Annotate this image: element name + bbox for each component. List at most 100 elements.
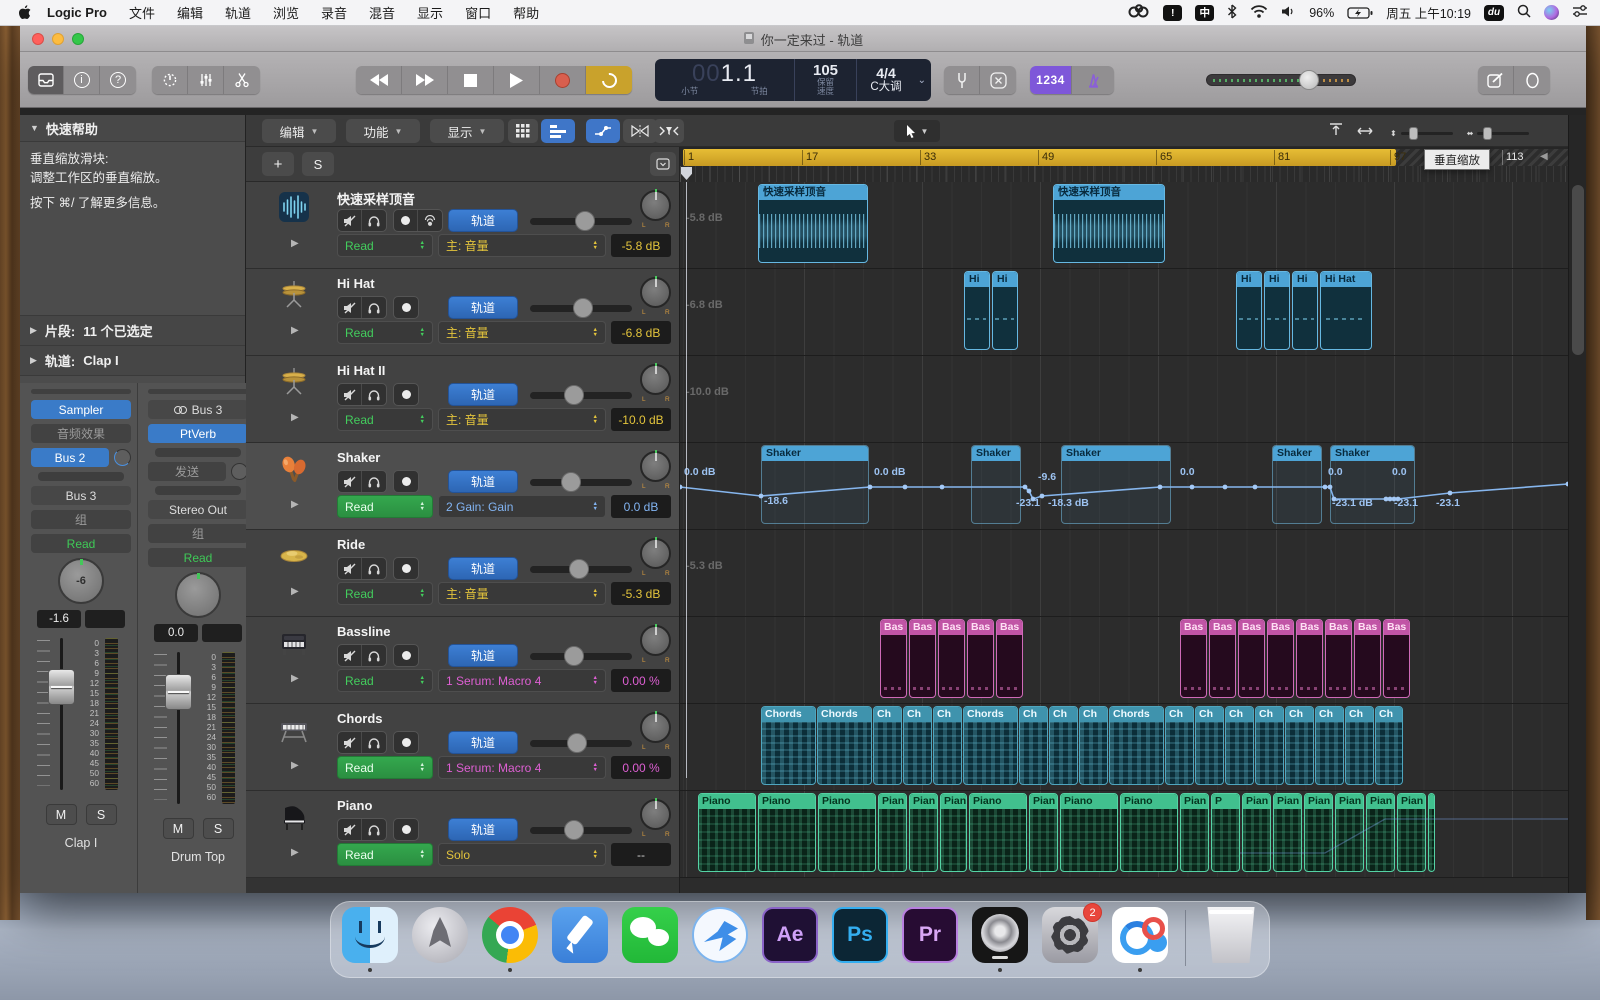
track-header-Hi Hat II[interactable]: Hi Hat II轨道LR▶Read▲▼主: 音量▲▼-10.0 dB <box>246 356 679 443</box>
scroll-left-arrow[interactable]: ◀ <box>1540 151 1548 162</box>
track-stack-button[interactable]: 轨道 <box>448 644 518 667</box>
apple-menu-icon[interactable] <box>18 5 31 20</box>
automation-mode-select[interactable]: Read▲▼ <box>337 321 433 344</box>
track-header-快速采样顶音[interactable]: 快速采样顶音轨道LR▶Read▲▼主: 音量▲▼-5.8 dB <box>246 182 679 269</box>
volume-icon[interactable] <box>1281 5 1296 21</box>
stop-button[interactable] <box>448 66 494 94</box>
metronome-button[interactable] <box>1072 66 1114 94</box>
strip-slot-PtVerb[interactable]: PtVerb <box>148 424 248 443</box>
track-pan-knob[interactable] <box>640 625 671 656</box>
track-header-Ride[interactable]: Ride轨道LR▶Read▲▼主: 音量▲▼-5.3 dB <box>246 530 679 617</box>
region-Ch[interactable]: Ch <box>1225 706 1254 785</box>
track-record-button[interactable] <box>394 384 418 405</box>
menu-文件[interactable]: 文件 <box>129 3 155 22</box>
lcd-signature[interactable]: 4/4 C大调 <box>857 59 915 101</box>
grid-view-button[interactable] <box>508 119 538 143</box>
track-stack-button[interactable]: 轨道 <box>448 209 518 232</box>
lane-5[interactable]: BasBasBasBasBasBasBasBasBasBasBasBasBas <box>680 617 1568 704</box>
track-disclosure-triangle[interactable]: ▶ <box>291 586 299 597</box>
region-Ch[interactable]: Ch <box>903 706 932 785</box>
clock[interactable]: 周五 上午10:19 <box>1386 3 1471 22</box>
region-Bas[interactable]: Bas <box>1238 619 1265 698</box>
track-header-Chords[interactable]: Chords轨道LR▶Read▲▼1 Serum: Macro 4▲▼0.00 … <box>246 704 679 791</box>
empty-plugin-slot[interactable] <box>38 472 124 481</box>
dock-item-finder[interactable] <box>342 907 398 969</box>
horizontal-zoom-slider[interactable] <box>1477 132 1529 135</box>
track-headphones-button[interactable] <box>362 384 386 405</box>
rewind-button[interactable] <box>356 66 402 94</box>
menu-浏览[interactable]: 浏览 <box>273 3 299 22</box>
empty-plugin-slot[interactable] <box>155 448 241 457</box>
track-mute-button[interactable] <box>338 558 362 579</box>
lane-4[interactable]: -5.3 dB <box>680 530 1568 617</box>
track-headphones-button[interactable] <box>362 732 386 753</box>
compose-button[interactable] <box>1478 66 1514 94</box>
region-Ch[interactable]: Ch <box>1345 706 1374 785</box>
region-Ch[interactable]: Ch <box>1079 706 1108 785</box>
automation-point[interactable] <box>903 485 908 490</box>
region-Bas[interactable]: Bas <box>996 619 1023 698</box>
automation-parameter-select[interactable]: 主: 音量▲▼ <box>438 321 606 344</box>
baidu-netdisk-icon[interactable] <box>1112 907 1168 963</box>
region-Chords[interactable]: Chords <box>761 706 816 785</box>
wifi-icon[interactable] <box>1250 5 1268 21</box>
empty-plugin-slot[interactable] <box>155 486 241 495</box>
slider-thumb[interactable] <box>561 472 581 492</box>
automation-point[interactable] <box>1223 485 1228 490</box>
region-Hi[interactable]: Hi <box>1264 271 1290 350</box>
automation-point[interactable] <box>759 494 764 499</box>
track-record-button[interactable] <box>394 732 418 753</box>
region-Chords[interactable]: Chords <box>963 706 1018 785</box>
track-pan-knob[interactable] <box>640 364 671 395</box>
track-volume-slider[interactable] <box>530 649 632 663</box>
region-Ch[interactable]: Ch <box>1315 706 1344 785</box>
dock-item-premiere[interactable]: Pr <box>902 907 958 969</box>
spotlight-icon[interactable] <box>1517 4 1531 21</box>
region-Chords[interactable]: Chords <box>817 706 872 785</box>
play-button[interactable] <box>494 66 540 94</box>
track-pan-knob[interactable] <box>640 799 671 830</box>
track-disclosure-triangle[interactable]: ▶ <box>291 238 299 249</box>
track-pan-knob[interactable] <box>640 712 671 743</box>
trash-icon[interactable] <box>1203 907 1259 963</box>
track-disclosure-triangle[interactable]: ▶ <box>291 325 299 336</box>
lcd-chevron-icon[interactable]: ⌄ <box>918 75 926 86</box>
input-alert-badge[interactable]: ! <box>1163 5 1182 21</box>
track-headphones-button[interactable] <box>362 210 386 231</box>
automation-parameter-select[interactable]: 主: 音量▲▼ <box>438 408 606 431</box>
lcd-position[interactable]: 001.1 小节节拍 <box>655 59 795 101</box>
launchpad-icon[interactable] <box>412 907 468 963</box>
automation-point[interactable] <box>1566 482 1568 487</box>
vertical-zoom-slider[interactable] <box>1401 132 1453 135</box>
track-volume-slider[interactable] <box>530 475 632 489</box>
track-stack-button[interactable]: 轨道 <box>448 296 518 319</box>
track-menu-显示[interactable]: 显示▼ <box>430 119 504 143</box>
chrome-icon[interactable] <box>482 907 538 963</box>
track-mute-button[interactable] <box>338 732 362 753</box>
arrange-area[interactable]: -5.8 dB快速采样顶音快速采样顶音-6.8 dBHiHiHiHiHiHi H… <box>680 182 1568 893</box>
strip-slot-音频效果[interactable]: 音频效果 <box>31 424 131 443</box>
track-pan-knob[interactable] <box>640 451 671 482</box>
menu-窗口[interactable]: 窗口 <box>465 3 491 22</box>
track-volume-slider[interactable] <box>530 301 632 315</box>
slider-thumb[interactable] <box>564 646 584 666</box>
quick-help-toggle-button[interactable]: ? <box>100 66 136 94</box>
automation-point[interactable] <box>1323 485 1328 490</box>
flex-button[interactable] <box>623 119 657 143</box>
lane-0[interactable]: -5.8 dB快速采样顶音快速采样顶音 <box>680 182 1568 269</box>
master-solo-button[interactable]: S <box>302 152 334 176</box>
automation-point[interactable] <box>1448 491 1453 496</box>
dock-item-baidu-netdisk[interactable] <box>1112 907 1168 969</box>
output-slot-Bus 3[interactable]: Bus 3 <box>148 400 248 419</box>
automation-mode-select[interactable]: Read▲▼ <box>337 582 433 605</box>
mixer-button[interactable] <box>188 66 224 94</box>
automation-point[interactable] <box>940 485 945 490</box>
region-Ch[interactable]: Ch <box>1285 706 1314 785</box>
region-Ch[interactable]: Ch <box>1195 706 1224 785</box>
track-header-Shaker[interactable]: Shaker轨道LR▶Read▲▼2 Gain: Gain▲▼0.0 dB <box>246 443 679 530</box>
strip-slot-Read[interactable]: Read <box>148 548 248 567</box>
track-header-Hi Hat[interactable]: Hi Hat轨道LR▶Read▲▼主: 音量▲▼-6.8 dB <box>246 269 679 356</box>
region-inspector-row[interactable]: ▶ 片段: 11 个已选定 <box>20 316 245 346</box>
automation-mode-select[interactable]: Read▲▼ <box>337 756 433 779</box>
mute-button[interactable]: M <box>163 818 194 839</box>
